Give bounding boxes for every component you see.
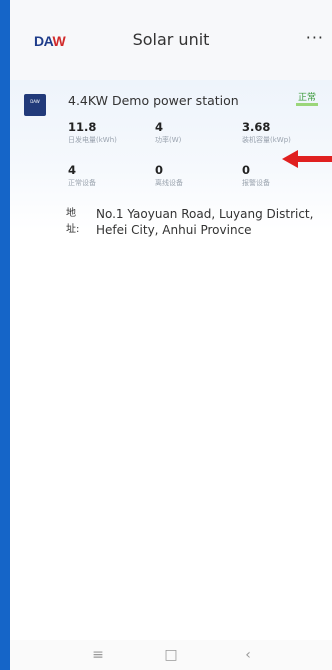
app-header: DAW Solar unit ···: [10, 0, 332, 80]
page-title: Solar unit: [132, 30, 210, 49]
metric-offline-devices: 0 离线设备: [155, 163, 183, 188]
system-nav-bar: ≡ □ ‹: [10, 640, 332, 670]
station-thumbnail: DAW: [24, 94, 46, 116]
home-icon[interactable]: □: [161, 640, 181, 670]
metric-label: 正常设备: [68, 179, 96, 187]
red-arrow-annotation: [282, 150, 332, 168]
metric-value: 11.8: [68, 120, 97, 134]
app-screen: DAW Solar unit ··· DAW 4.4KW Demo power …: [10, 0, 332, 670]
metric-value: 4: [68, 163, 77, 177]
station-address: No.1 Yaoyuan Road, Luyang District, Hefe…: [96, 207, 314, 237]
metric-value: 4: [155, 120, 164, 134]
thumbnail-logo-text: DAW: [30, 99, 40, 104]
metric-normal-devices: 4 正常设备: [68, 163, 96, 188]
metric-daily-generation: 11.8 日发电量(kWh): [68, 120, 117, 145]
back-icon[interactable]: ‹: [238, 640, 258, 670]
more-menu-icon[interactable]: ···: [306, 28, 324, 47]
metric-value: 0: [242, 163, 251, 177]
metric-power: 4 功率(W): [155, 120, 181, 145]
metric-label: 功率(W): [155, 136, 182, 144]
station-name: 4.4KW Demo power station: [68, 93, 239, 108]
metric-label: 装机容量(kWp): [242, 136, 291, 144]
status-badge: 正常: [295, 94, 318, 106]
address-label: 地址:: [66, 208, 80, 235]
metric-value: 3.68: [242, 120, 271, 134]
metric-label: 报警设备: [242, 179, 270, 187]
menu-icon[interactable]: ≡: [88, 640, 108, 670]
metric-label: 日发电量(kWh): [68, 136, 117, 144]
metric-installed-capacity: 3.68 装机容量(kWp): [242, 120, 291, 145]
metric-value: 0: [155, 163, 164, 177]
metric-label: 离线设备: [155, 179, 183, 187]
metric-alarm-devices: 0 报警设备: [242, 163, 270, 188]
